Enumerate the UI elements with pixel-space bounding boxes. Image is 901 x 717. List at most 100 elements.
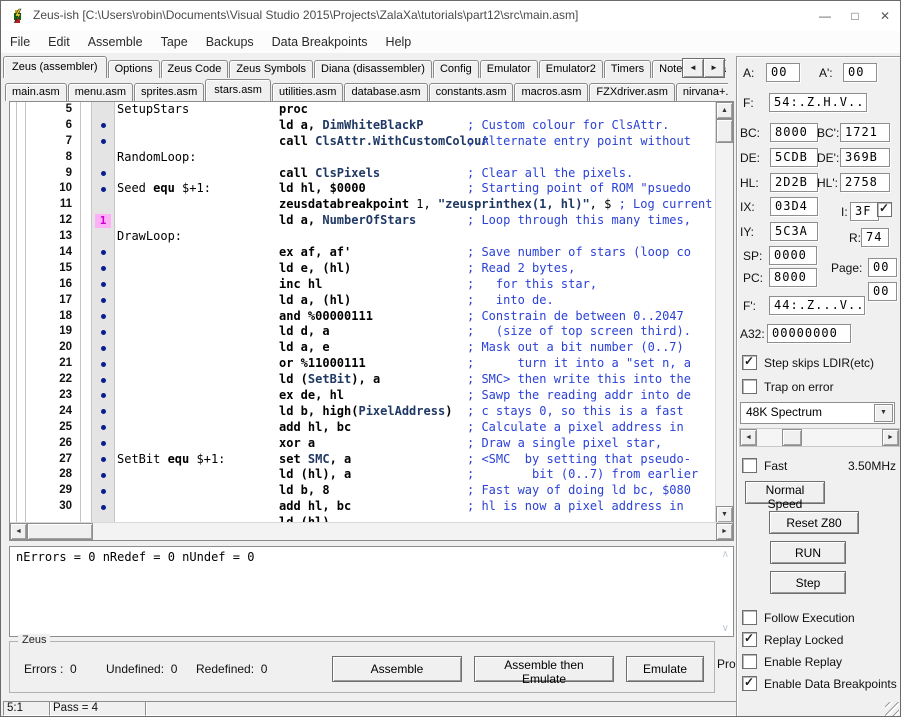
enable-replay-checkbox[interactable]: Enable Replay bbox=[742, 654, 842, 669]
reg-iy-field[interactable]: 5C3A bbox=[770, 222, 818, 241]
page-field-1[interactable]: 00 bbox=[868, 258, 897, 277]
breakpoint-gutter[interactable]: 1 bbox=[92, 213, 115, 229]
breakpoint-gutter[interactable] bbox=[92, 309, 115, 325]
code-line-21[interactable]: 21or %11000111; turn it into a "set n, a bbox=[10, 356, 716, 372]
reg-hl2-field[interactable]: 2758 bbox=[840, 173, 890, 192]
code-line-17[interactable]: 17ld a, (hl); into de. bbox=[10, 293, 716, 309]
editor-horizontal-scrollbar[interactable]: ◄ ► bbox=[10, 522, 733, 540]
tab-zeus-assembler-[interactable]: Zeus (assembler) bbox=[3, 56, 107, 78]
code-line-6[interactable]: 6ld a, DimWhiteBlackP; Custom colour for… bbox=[10, 118, 716, 134]
code-line-25[interactable]: 25add hl, bc; Calculate a pixel address … bbox=[10, 420, 716, 436]
file-tab-macros-asm[interactable]: macros.asm bbox=[514, 83, 588, 101]
code-line-23[interactable]: 23ex de, hl; Sawp the reading addr into … bbox=[10, 388, 716, 404]
code-line-20[interactable]: 20ld a, e; Mask out a bit number (0..7) bbox=[10, 340, 716, 356]
file-tab-main-asm[interactable]: main.asm bbox=[5, 83, 67, 101]
file-tab-sprites-asm[interactable]: sprites.asm bbox=[134, 83, 204, 101]
breakpoint-gutter[interactable] bbox=[92, 436, 115, 452]
chevron-down-icon[interactable]: ▼ bbox=[874, 404, 893, 422]
code-line-8[interactable]: 8RandomLoop: bbox=[10, 150, 716, 166]
file-tab-nirvana+-asm[interactable]: nirvana+.asm bbox=[676, 83, 728, 101]
code-area[interactable]: 5SetupStarsproc6ld a, DimWhiteBlackP; Cu… bbox=[10, 102, 716, 523]
code-line-27[interactable]: 27SetBit equ $+1:set SMC, a; <SMC by set… bbox=[10, 452, 716, 468]
slider-right-icon[interactable]: ► bbox=[882, 429, 899, 446]
tab-zeus-symbols[interactable]: Zeus Symbols bbox=[229, 60, 313, 78]
code-line-15[interactable]: 15ld e, (hl); Read 2 bytes, bbox=[10, 261, 716, 277]
emulate-button[interactable]: Emulate bbox=[626, 656, 704, 682]
menu-tape[interactable]: Tape bbox=[152, 31, 197, 53]
code-line-22[interactable]: 22ld (SetBit), a; SMC> then write this i… bbox=[10, 372, 716, 388]
assemble-then-emulate-button[interactable]: Assemble then Emulate bbox=[474, 656, 614, 682]
tab-zeus-code[interactable]: Zeus Code bbox=[161, 60, 229, 78]
code-line-10[interactable]: 10Seed equ $+1:ld hl, $0000; Starting po… bbox=[10, 181, 716, 197]
interrupt-checkbox[interactable] bbox=[877, 202, 892, 217]
tab-emulator[interactable]: Emulator bbox=[480, 60, 538, 78]
enable-data-breakpoints-checkbox[interactable]: Enable Data Breakpoints bbox=[742, 676, 897, 691]
breakpoint-gutter[interactable] bbox=[92, 229, 115, 245]
reg-sp-field[interactable]: 0000 bbox=[769, 246, 817, 265]
breakpoint-gutter[interactable] bbox=[92, 166, 115, 182]
reg-f2-field[interactable]: 44:.Z...V.. bbox=[769, 296, 865, 315]
menu-file[interactable]: File bbox=[1, 31, 39, 53]
scroll-up-icon[interactable]: ▲ bbox=[716, 102, 733, 119]
breakpoint-gutter[interactable] bbox=[92, 245, 115, 261]
reg-a32-field[interactable]: 00000000 bbox=[767, 324, 851, 343]
code-line-30[interactable]: 30add hl, bc; hl is now a pixel address … bbox=[10, 499, 716, 515]
tab-scroll-left-icon[interactable]: ◄ bbox=[682, 58, 704, 78]
breakpoint-gutter[interactable] bbox=[92, 197, 115, 213]
file-tab-stars-asm[interactable]: stars.asm bbox=[205, 79, 271, 101]
slider-left-icon[interactable]: ◄ bbox=[740, 429, 757, 446]
speed-slider[interactable]: ◄ ► bbox=[739, 428, 900, 447]
breakpoint-gutter[interactable] bbox=[92, 452, 115, 468]
scroll-down-icon[interactable]: ▼ bbox=[716, 506, 733, 523]
file-tab-fzxdriver-asm[interactable]: FZXdriver.asm bbox=[589, 83, 675, 101]
code-line-9[interactable]: 9call ClsPixels; Clear all the pixels. bbox=[10, 166, 716, 182]
breakpoint-gutter[interactable] bbox=[92, 499, 115, 515]
breakpoint-gutter[interactable] bbox=[92, 134, 115, 150]
tab-diana-disassembler-[interactable]: Diana (disassembler) bbox=[314, 60, 432, 78]
reg-i-field[interactable]: 3F bbox=[850, 202, 879, 221]
editor-vertical-scrollbar[interactable]: ▲ ▼ bbox=[715, 102, 733, 523]
breakpoint-gutter[interactable] bbox=[92, 293, 115, 309]
tab-scroll-right-icon[interactable]: ► bbox=[703, 58, 725, 78]
menu-data-breakpoints[interactable]: Data Breakpoints bbox=[263, 31, 377, 53]
reset-z80-button[interactable]: Reset Z80 bbox=[769, 511, 859, 534]
breakpoint-gutter[interactable] bbox=[92, 118, 115, 134]
code-line-5[interactable]: 5SetupStarsproc bbox=[10, 102, 716, 118]
step-skips-ldir-checkbox[interactable]: Step skips LDIR(etc) bbox=[742, 355, 874, 370]
code-line-24[interactable]: 24ld b, high(PixelAddress); c stays 0, s… bbox=[10, 404, 716, 420]
close-icon[interactable]: ✕ bbox=[870, 1, 900, 31]
code-line-13[interactable]: 13DrawLoop: bbox=[10, 229, 716, 245]
code-line-18[interactable]: 18and %00000111; Constrain de between 0.… bbox=[10, 309, 716, 325]
code-line-14[interactable]: 14ex af, af'; Save number of stars (loop… bbox=[10, 245, 716, 261]
menu-help[interactable]: Help bbox=[377, 31, 421, 53]
breakpoint-gutter[interactable] bbox=[92, 261, 115, 277]
breakpoint-gutter[interactable] bbox=[92, 277, 115, 293]
hscroll-thumb[interactable] bbox=[27, 523, 93, 540]
fast-checkbox[interactable]: Fast bbox=[742, 458, 787, 473]
reg-hl-field[interactable]: 2D2B bbox=[770, 173, 818, 192]
minimize-icon[interactable]: — bbox=[810, 1, 840, 31]
file-tab-menu-asm[interactable]: menu.asm bbox=[68, 83, 133, 101]
reg-a2-field[interactable]: 00 bbox=[843, 63, 877, 82]
code-line-16[interactable]: 16inc hl; for this star, bbox=[10, 277, 716, 293]
code-line-12[interactable]: 121ld a, NumberOfStars; Loop through thi… bbox=[10, 213, 716, 229]
reg-r-field[interactable]: 74 bbox=[861, 228, 889, 247]
breakpoint-gutter[interactable] bbox=[92, 483, 115, 499]
breakpoint-gutter[interactable] bbox=[92, 356, 115, 372]
trap-on-error-checkbox[interactable]: Trap on error bbox=[742, 379, 834, 394]
code-line-7[interactable]: 7call ClsAttr.WithCustomColour; Alternat… bbox=[10, 134, 716, 150]
code-line-29[interactable]: 29ld b, 8; Fast way of doing ld bc, $080 bbox=[10, 483, 716, 499]
page-field-2[interactable]: 00 bbox=[868, 282, 897, 301]
assembler-output-panel[interactable]: nErrors = 0 nRedef = 0 nUndef = 0 ∧ ∨ bbox=[9, 546, 734, 637]
slider-thumb[interactable] bbox=[782, 429, 802, 446]
code-line-28[interactable]: 28ld (hl), a; bit (0..7) from earlier bbox=[10, 467, 716, 483]
breakpoint-gutter[interactable] bbox=[92, 150, 115, 166]
breakpoint-gutter[interactable] bbox=[92, 102, 115, 118]
reg-ix-field[interactable]: 03D4 bbox=[770, 197, 818, 216]
output-scroll-down-icon[interactable]: ∨ bbox=[722, 623, 729, 634]
breakpoint-gutter[interactable] bbox=[92, 181, 115, 197]
reg-de2-field[interactable]: 369B bbox=[840, 148, 890, 167]
breakpoint-gutter[interactable] bbox=[92, 372, 115, 388]
step-button[interactable]: Step bbox=[770, 571, 846, 594]
file-tab-constants-asm[interactable]: constants.asm bbox=[429, 83, 514, 101]
